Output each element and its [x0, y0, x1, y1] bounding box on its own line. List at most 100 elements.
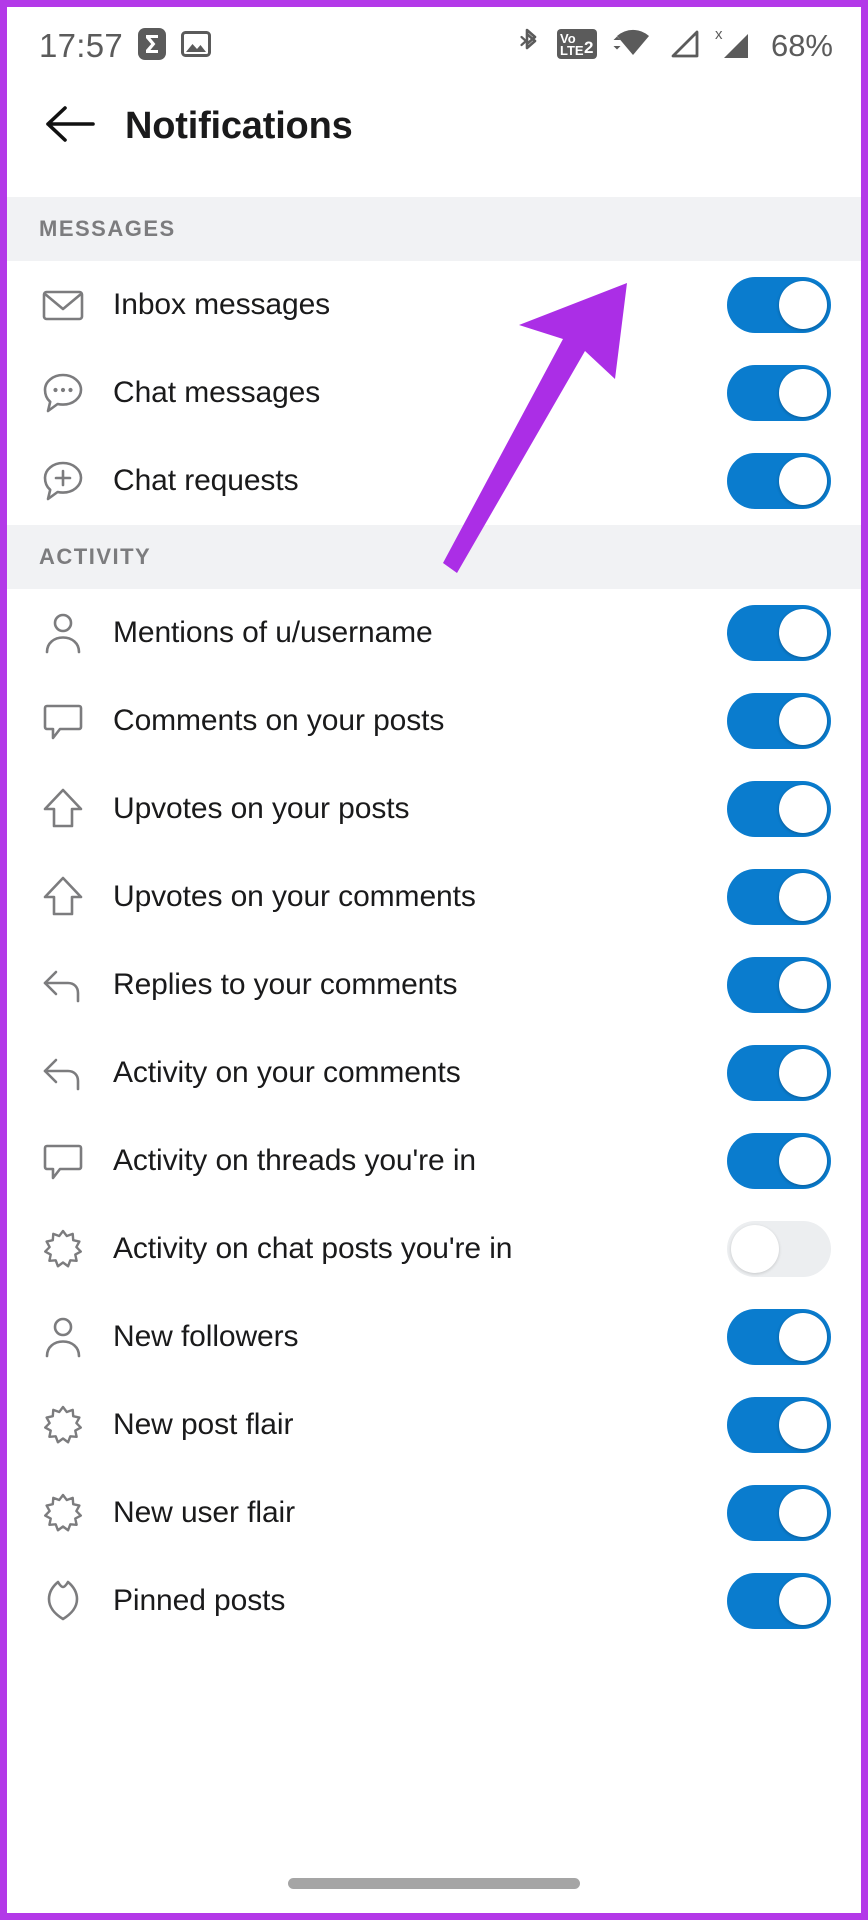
volte-2-icon: Vo LTE 2 [556, 26, 598, 67]
settings-row[interactable]: Comments on your posts [7, 677, 861, 765]
settings-row-toggle[interactable] [727, 957, 831, 1013]
toggle-knob [779, 961, 827, 1009]
bluetooth-icon [519, 27, 543, 66]
settings-row[interactable]: Chat requests [7, 437, 861, 525]
svg-text:2: 2 [584, 38, 593, 57]
upvote-arrow-icon [37, 874, 89, 920]
svg-text:x: x [715, 26, 723, 43]
settings-row-label: Activity on your comments [113, 1056, 461, 1089]
settings-row-toggle[interactable] [727, 781, 831, 837]
settings-row[interactable]: Activity on threads you're in [7, 1117, 861, 1205]
toggle-knob [779, 1049, 827, 1097]
settings-row[interactable]: Upvotes on your comments [7, 853, 861, 941]
toggle-knob [779, 281, 827, 329]
person-icon [37, 610, 89, 656]
settings-row[interactable]: Activity on chat posts you're in [7, 1205, 861, 1293]
settings-row[interactable]: New user flair [7, 1469, 861, 1557]
screen: 17:57 Vo LTE 2 x 68% Notifications MESSA… [7, 7, 861, 1913]
settings-row-toggle[interactable] [727, 869, 831, 925]
starburst-icon [37, 1226, 89, 1272]
page-title: Notifications [125, 104, 353, 147]
toggle-knob [779, 697, 827, 745]
starburst-icon [37, 1490, 89, 1536]
phone-frame: 17:57 Vo LTE 2 x 68% Notifications MESSA… [0, 0, 868, 1920]
settings-row-label: Upvotes on your comments [113, 880, 476, 913]
chat-bubble-dots-icon [37, 370, 89, 416]
settings-row-toggle[interactable] [727, 1045, 831, 1101]
gallery-icon [181, 29, 212, 64]
settings-row[interactable]: Chat messages [7, 349, 861, 437]
status-bar-right: Vo LTE 2 x 68% [519, 26, 833, 67]
settings-row-label: Chat messages [113, 376, 321, 409]
envelope-icon [37, 282, 89, 328]
settings-row[interactable]: Mentions of u/username [7, 589, 861, 677]
settings-row-toggle[interactable] [727, 693, 831, 749]
app-bar: Notifications [7, 85, 861, 167]
sim2-signal-no-service-icon: x [715, 26, 755, 67]
settings-row-toggle[interactable] [727, 1133, 831, 1189]
reply-arrow-icon [37, 1050, 89, 1096]
settings-row-label: Upvotes on your posts [113, 792, 410, 825]
settings-row-toggle[interactable] [727, 277, 831, 333]
svg-text:LTE: LTE [560, 43, 584, 58]
reply-arrow-icon [37, 962, 89, 1008]
appbar-divider-gap [7, 167, 861, 197]
settings-row-label: Replies to your comments [113, 968, 458, 1001]
status-clock: 17:57 [39, 27, 124, 64]
settings-row[interactable]: Upvotes on your posts [7, 765, 861, 853]
toggle-knob [779, 1137, 827, 1185]
settings-row-label: Comments on your posts [113, 704, 445, 737]
toggle-knob [779, 1489, 827, 1537]
settings-row-label: New followers [113, 1320, 299, 1353]
section-header-label: ACTIVITY [39, 544, 152, 569]
comment-icon [37, 698, 89, 744]
settings-row[interactable]: Inbox messages [7, 261, 861, 349]
settings-row-label: Activity on chat posts you're in [113, 1232, 513, 1265]
settings-row-toggle[interactable] [727, 605, 831, 661]
upvote-arrow-icon [37, 786, 89, 832]
toggle-knob [779, 1577, 827, 1625]
section-header-activity: ACTIVITY [7, 525, 861, 589]
toggle-knob [779, 1313, 827, 1361]
settings-row-label: Activity on threads you're in [113, 1144, 477, 1177]
settings-row-toggle[interactable] [727, 453, 831, 509]
toggle-knob [779, 1401, 827, 1449]
toggle-knob [779, 785, 827, 833]
back-arrow-icon [43, 102, 97, 151]
settings-row-toggle[interactable] [727, 365, 831, 421]
person-icon [37, 1314, 89, 1360]
settings-row-label: Pinned posts [113, 1584, 286, 1617]
home-indicator[interactable] [288, 1878, 580, 1889]
settings-row-toggle[interactable] [727, 1397, 831, 1453]
wifi-icon [611, 27, 655, 66]
chat-bubble-plus-icon [37, 458, 89, 504]
toggle-knob [731, 1225, 779, 1273]
toggle-knob [779, 609, 827, 657]
settings-row-toggle[interactable] [727, 1573, 831, 1629]
back-button[interactable] [37, 93, 103, 159]
settings-row[interactable]: Pinned posts [7, 1557, 861, 1645]
settings-row-label: Mentions of u/username [113, 616, 433, 649]
status-bar-left: 17:57 [39, 27, 212, 66]
sim1-signal-icon [668, 27, 702, 66]
toggle-knob [779, 457, 827, 505]
settings-row[interactable]: New post flair [7, 1381, 861, 1469]
settings-row-label: New user flair [113, 1496, 295, 1529]
settings-row-label: New post flair [113, 1408, 294, 1441]
section-header-label: MESSAGES [39, 216, 176, 241]
settings-list: MESSAGES Inbox messages Chat messages Chat … [7, 197, 861, 1645]
settings-row-label: Chat requests [113, 464, 299, 497]
settings-row-label: Inbox messages [113, 288, 331, 321]
pin-icon [37, 1578, 89, 1624]
settings-row-toggle[interactable] [727, 1221, 831, 1277]
starburst-icon [37, 1402, 89, 1448]
status-bar: 17:57 Vo LTE 2 x 68% [7, 7, 861, 85]
settings-row[interactable]: Activity on your comments [7, 1029, 861, 1117]
battery-percentage: 68% [770, 28, 833, 63]
settings-row-toggle[interactable] [727, 1309, 831, 1365]
sigma-app-icon [137, 27, 167, 66]
settings-row[interactable]: New followers [7, 1293, 861, 1381]
comment-icon [37, 1138, 89, 1184]
settings-row[interactable]: Replies to your comments [7, 941, 861, 1029]
settings-row-toggle[interactable] [727, 1485, 831, 1541]
